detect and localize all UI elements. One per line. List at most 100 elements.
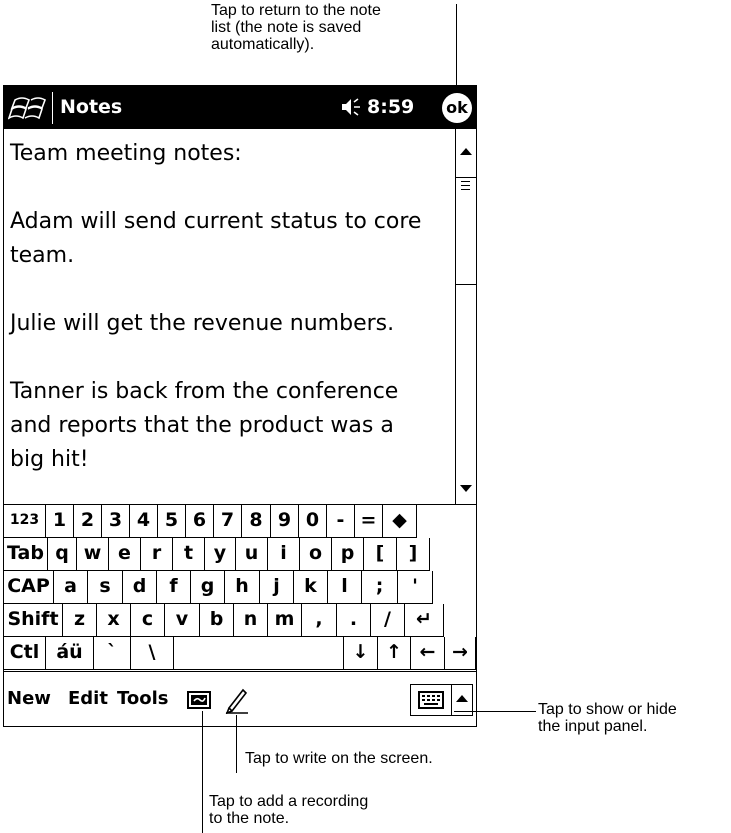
key-3[interactable]: 3: [102, 505, 130, 538]
key-;[interactable]: ;: [362, 571, 398, 604]
key-9[interactable]: 9: [271, 505, 299, 538]
title-bar: Notes 8:59 ok: [4, 86, 476, 129]
key-i[interactable]: i: [268, 538, 300, 571]
key-u[interactable]: u: [236, 538, 268, 571]
key-0[interactable]: 0: [299, 505, 327, 538]
callout-write-line: [236, 715, 237, 773]
key-o[interactable]: o: [300, 538, 332, 571]
key-s[interactable]: s: [88, 571, 123, 604]
key-n[interactable]: n: [234, 604, 268, 637]
scroll-down-arrow-icon[interactable]: [456, 474, 476, 504]
start-menu-button[interactable]: [7, 92, 53, 124]
key-6[interactable]: 6: [186, 505, 214, 538]
callout-ok-text: Tap to return to the note list (the note…: [211, 2, 381, 53]
key-'[interactable]: ': [398, 571, 433, 604]
key-=[interactable]: =: [355, 505, 383, 538]
key-Ctl[interactable]: Ctl: [4, 637, 46, 670]
key-d[interactable]: d: [123, 571, 157, 604]
key-p[interactable]: p: [332, 538, 364, 571]
key-8[interactable]: 8: [242, 505, 271, 538]
key-\[interactable]: \: [131, 637, 174, 670]
note-blank-line: [10, 171, 450, 205]
key-b[interactable]: b: [200, 604, 234, 637]
key-/[interactable]: /: [371, 604, 405, 637]
key-5[interactable]: 5: [158, 505, 186, 538]
menu-new[interactable]: New: [7, 688, 51, 709]
soft-keyboard: 123 1 2 3 4 5 6 7 8 9 0- = ◆ Tab q w e r t y u i o p[] CAP a s d f g h…: [4, 504, 476, 671]
key-1[interactable]: 1: [46, 505, 74, 538]
pen-icon[interactable]: [224, 686, 250, 715]
note-line: big hit!: [10, 447, 89, 472]
callout-write-text: Tap to write on the screen.: [245, 750, 433, 767]
key-CAP[interactable]: CAP: [4, 571, 54, 604]
key-↓[interactable]: ↓: [344, 637, 378, 670]
key-123[interactable]: 123: [4, 505, 46, 538]
scroll-up-arrow-icon[interactable]: [456, 137, 476, 167]
clock[interactable]: 8:59: [367, 96, 414, 118]
note-text-area[interactable]: Team meeting notes: Adam will send curren…: [4, 129, 454, 504]
key-↑[interactable]: ↑: [378, 637, 411, 670]
note-line: Julie will get the revenue numbers.: [10, 311, 395, 336]
key--[interactable]: -: [327, 505, 355, 538]
callout-record-line: [202, 711, 203, 833]
key-r[interactable]: r: [141, 538, 173, 571]
key-x[interactable]: x: [97, 604, 131, 637]
key-l[interactable]: l: [328, 571, 362, 604]
app-title: Notes: [60, 96, 123, 118]
ok-button[interactable]: ok: [442, 93, 472, 123]
menu-edit[interactable]: Edit: [68, 688, 108, 709]
key-v[interactable]: v: [165, 604, 200, 637]
key-q[interactable]: q: [48, 538, 77, 571]
callout-input-panel-text: Tap to show or hide the input panel.: [538, 701, 677, 735]
key-↵[interactable]: ↵: [405, 604, 444, 637]
menu-bar: New Edit Tools: [4, 671, 476, 726]
note-blank-line: [10, 341, 450, 375]
note-line: Adam will send current status to core: [10, 209, 422, 234]
note-line: and reports that the product was a: [10, 413, 394, 438]
key-w[interactable]: w: [77, 538, 109, 571]
scrollbar-thumb[interactable]: [455, 177, 476, 285]
key-7[interactable]: 7: [214, 505, 242, 538]
keyboard-icon: [418, 691, 444, 709]
callout-input-panel-line: [454, 711, 536, 712]
key-f[interactable]: f: [157, 571, 191, 604]
key-a[interactable]: a: [54, 571, 88, 604]
note-blank-line: [10, 273, 450, 307]
key-.[interactable]: .: [337, 604, 371, 637]
key-k[interactable]: k: [294, 571, 328, 604]
note-line: Tanner is back from the conference: [10, 379, 399, 404]
vertical-scrollbar[interactable]: [455, 129, 476, 504]
key-←[interactable]: ←: [411, 637, 445, 670]
key-[[interactable]: [: [364, 538, 397, 571]
key-,[interactable]: ,: [302, 604, 337, 637]
key-◆[interactable]: ◆: [383, 505, 417, 538]
key-áü[interactable]: áü: [46, 637, 94, 670]
pocketpc-screen: Notes 8:59 ok Team meeting notes: Adam wi…: [3, 85, 477, 727]
key-2[interactable]: 2: [74, 505, 102, 538]
key-`[interactable]: `: [94, 637, 131, 670]
key-j[interactable]: j: [260, 571, 294, 604]
key-y[interactable]: y: [205, 538, 236, 571]
key-Shift[interactable]: Shift: [4, 604, 63, 637]
key-][interactable]: ]: [397, 538, 430, 571]
callout-ok-line: [456, 4, 457, 92]
key-g[interactable]: g: [191, 571, 225, 604]
key-m[interactable]: m: [268, 604, 302, 637]
key-h[interactable]: h: [225, 571, 260, 604]
callout-record-text: Tap to add a recording to the note.: [209, 793, 369, 827]
key-→[interactable]: →: [445, 637, 476, 670]
note-line: Team meeting notes:: [10, 141, 242, 166]
scrollbar-grip: [461, 181, 470, 193]
key-4[interactable]: 4: [130, 505, 158, 538]
key-c[interactable]: c: [131, 604, 165, 637]
speaker-icon[interactable]: [341, 95, 363, 119]
recording-icon[interactable]: [187, 690, 211, 710]
key-Tab[interactable]: Tab: [4, 538, 48, 571]
key-space[interactable]: [174, 637, 344, 670]
input-panel-button[interactable]: [410, 684, 452, 716]
key-z[interactable]: z: [63, 604, 97, 637]
key-t[interactable]: t: [173, 538, 205, 571]
windows-flag-icon: [7, 97, 46, 120]
menu-tools[interactable]: Tools: [117, 688, 169, 709]
key-e[interactable]: e: [109, 538, 141, 571]
